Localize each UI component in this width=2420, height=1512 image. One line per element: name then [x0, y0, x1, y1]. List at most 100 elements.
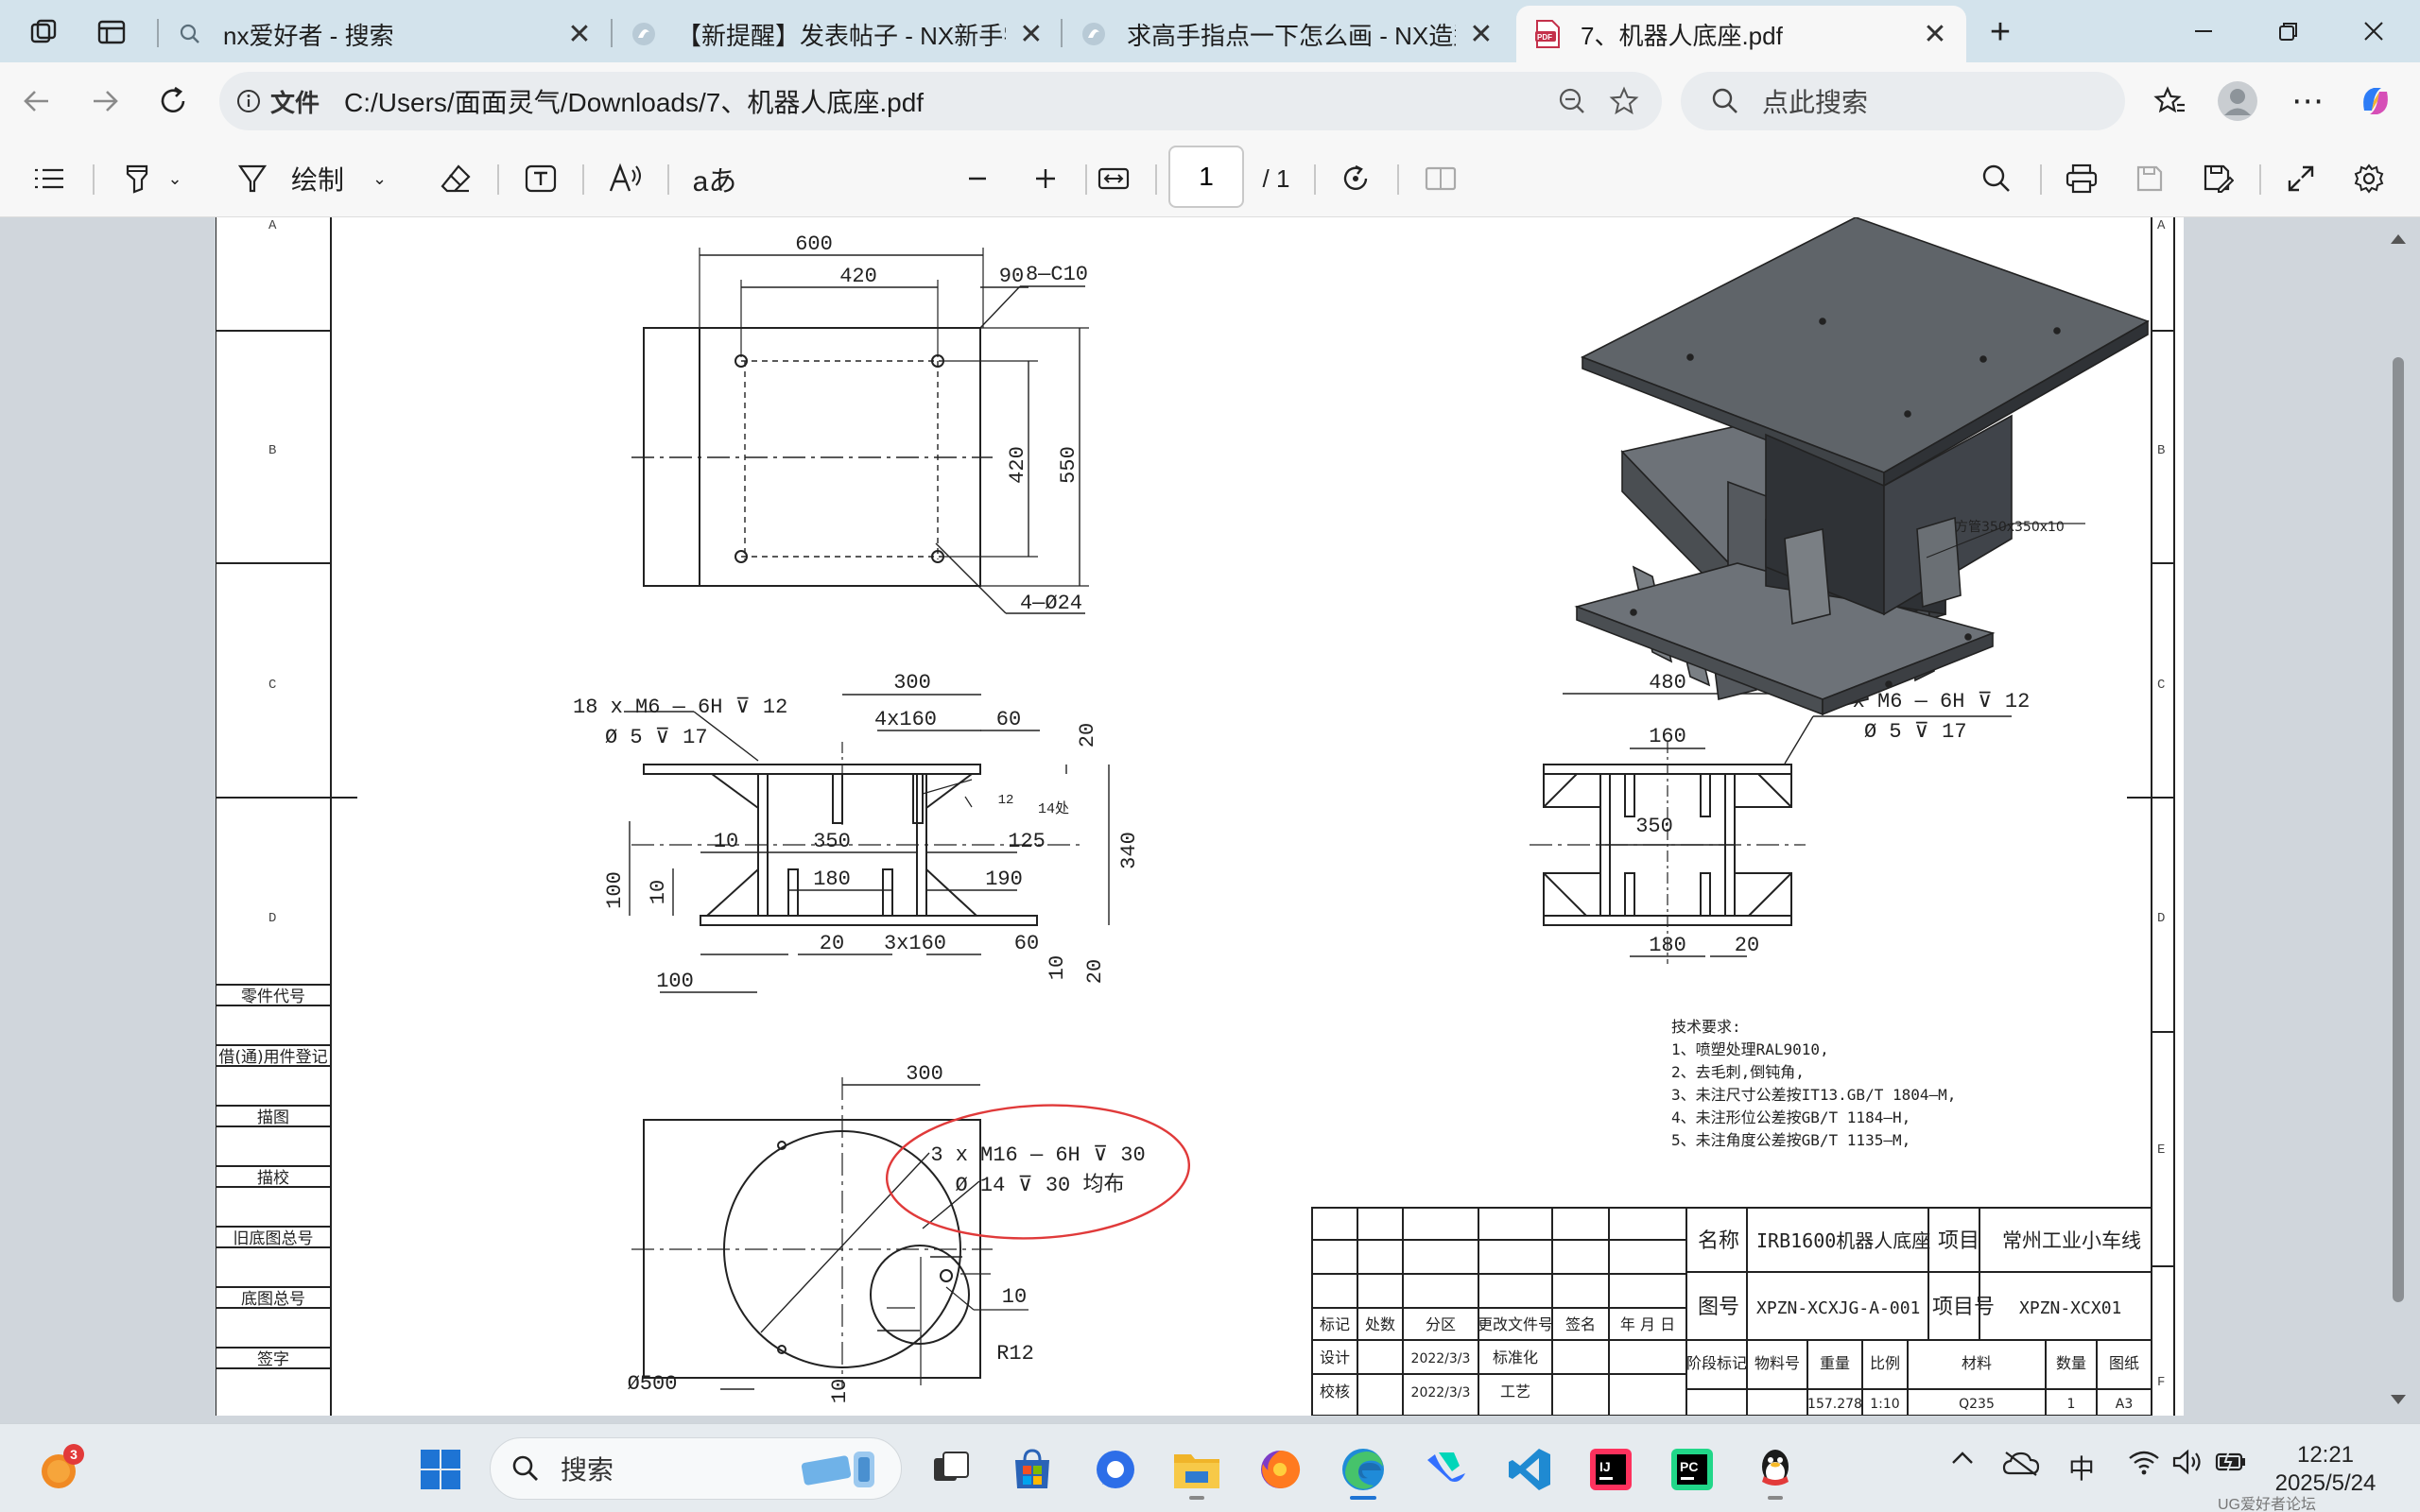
eraser-icon[interactable] — [435, 159, 476, 198]
tab-actions-icon[interactable] — [93, 13, 130, 51]
fullscreen-icon[interactable] — [2280, 159, 2322, 198]
highlighter-icon — [127, 164, 148, 194]
favorite-star-icon[interactable] — [1609, 86, 1639, 121]
vscode-icon[interactable] — [1501, 1441, 1558, 1498]
close-tab-icon[interactable]: ✕ — [1921, 19, 1949, 50]
zone-letter: A — [2157, 218, 2166, 233]
toolbar-separator — [582, 164, 584, 195]
immersive-reader-button[interactable]: aあ — [688, 159, 741, 198]
microsoft-store-icon[interactable] — [1004, 1441, 1061, 1498]
refresh-icon[interactable] — [149, 77, 197, 125]
favorites-icon[interactable] — [2146, 77, 2193, 125]
contents-icon[interactable] — [28, 159, 70, 198]
scrollbar-thumb[interactable] — [2393, 357, 2404, 1302]
vertical-scrollbar[interactable] — [2384, 217, 2412, 1423]
save-as-icon[interactable] — [2197, 159, 2238, 198]
draw-button[interactable]: 绘制 ⌄ — [236, 159, 397, 198]
taskbar-search-box[interactable]: 搜索 — [490, 1437, 902, 1500]
dim-label: R12 — [996, 1342, 1034, 1366]
pdf-toolbar: ⌄ 绘制 ⌄ aあ / 1 — [0, 140, 2420, 217]
wifi-icon[interactable] — [2125, 1449, 2163, 1475]
onedrive-icon[interactable] — [2000, 1449, 2042, 1477]
tb-drawing-no-label: 图号 — [1698, 1296, 1739, 1319]
fit-width-icon[interactable] — [1093, 159, 1134, 198]
ime-indicator[interactable]: 中 — [2063, 1449, 2100, 1486]
dim-label: 550 — [1057, 446, 1080, 484]
back-icon[interactable] — [13, 77, 60, 125]
toolbar-separator — [2040, 164, 2042, 195]
zone-letter: A — [268, 218, 277, 233]
zone-letter: B — [268, 443, 276, 458]
start-button[interactable] — [412, 1441, 469, 1498]
tb-row-label: 标准化 — [1493, 1349, 1538, 1366]
svg-text:PDF: PDF — [1537, 33, 1552, 42]
read-aloud-icon[interactable] — [605, 159, 647, 198]
site-info-button[interactable]: 文件 — [236, 84, 320, 119]
web-search-field[interactable]: 点此搜索 — [1681, 72, 2125, 130]
close-tab-icon[interactable]: ✕ — [1019, 19, 1044, 50]
save-icon[interactable] — [2129, 159, 2170, 198]
dim-label: 100 — [603, 871, 627, 909]
firefox-icon[interactable] — [1252, 1441, 1308, 1498]
more-options-icon[interactable]: ⋯ — [2284, 77, 2331, 125]
pdf-viewport[interactable]: A B C D A B C D E F 零件代号 借(通)用件登记 描图 描校 … — [0, 217, 2420, 1423]
workspaces-icon[interactable] — [25, 13, 62, 51]
intellij-icon[interactable]: IJ — [1582, 1441, 1639, 1498]
dim-label: 10 — [1046, 955, 1069, 980]
task-view-icon[interactable] — [923, 1441, 979, 1498]
tab-pdf-active[interactable]: PDF 7、机器人底座.pdf ✕ — [1516, 6, 1966, 62]
new-tab-icon[interactable]: + — [1981, 12, 2019, 52]
tech-req-item: 2、去毛刺,倒钝角, — [1671, 1063, 1805, 1081]
dim-label: 10 — [828, 1379, 852, 1403]
copilot-icon[interactable] — [2352, 77, 2399, 125]
search-icon — [176, 20, 204, 48]
battery-icon[interactable] — [2212, 1449, 2250, 1473]
callout-thread: Ø 5 ⊽ 17 — [1864, 720, 1967, 744]
find-icon[interactable] — [1976, 159, 2017, 198]
scroll-down-arrow-icon[interactable] — [2391, 1395, 2406, 1404]
plus-icon — [1036, 169, 1055, 188]
tb-header: 签名 — [1565, 1315, 1596, 1333]
feishu-app-icon[interactable] — [1418, 1441, 1475, 1498]
tb-project-label: 项目 — [1938, 1229, 1979, 1253]
chat-app-icon[interactable] — [1087, 1441, 1144, 1498]
forward-icon[interactable] — [81, 77, 129, 125]
profile-avatar[interactable] — [2214, 77, 2261, 125]
tab-forum-post[interactable]: 【新提醒】发表帖子 - NX新手学堂 ✕ — [613, 6, 1061, 62]
dim-label: 340 — [1117, 832, 1141, 869]
close-window-icon[interactable] — [2331, 0, 2416, 62]
toolbar-separator — [1314, 164, 1316, 195]
close-tab-icon[interactable]: ✕ — [1469, 19, 1494, 50]
minimize-icon[interactable] — [2161, 0, 2246, 62]
url-field[interactable]: 文件 C:/Users/面面灵气/Downloads/7、机器人底座.pdf — [219, 72, 1662, 130]
qq-icon[interactable] — [1747, 1441, 1804, 1500]
pycharm-icon[interactable]: PC — [1664, 1441, 1720, 1498]
print-icon[interactable] — [2061, 159, 2102, 198]
scroll-up-arrow-icon[interactable] — [2391, 234, 2406, 244]
tab-forum-question[interactable]: 求高手指点一下怎么画 - NX造型技 ✕ — [1063, 6, 1511, 62]
text-box-icon[interactable] — [520, 159, 562, 198]
tab-search[interactable]: nx爱好者 - 搜索 ✕ — [159, 6, 611, 62]
page-view-icon[interactable] — [1420, 159, 1461, 198]
file-explorer-icon[interactable] — [1168, 1441, 1225, 1500]
edge-browser-icon[interactable] — [1335, 1441, 1392, 1500]
zone-letter: D — [2157, 911, 2165, 926]
forum-icon — [630, 20, 658, 48]
volume-icon[interactable] — [2169, 1449, 2206, 1475]
tech-req-item: 1、喷塑处理RAL9010, — [1671, 1040, 1829, 1058]
zoom-out-icon[interactable] — [1558, 87, 1586, 120]
close-tab-icon[interactable]: ✕ — [565, 19, 594, 50]
page-total: / 1 — [1262, 163, 1290, 193]
zone-letter: E — [2157, 1143, 2165, 1158]
highlight-button[interactable]: ⌄ — [112, 159, 193, 198]
rotate-icon[interactable] — [1335, 159, 1376, 198]
zoom-out-button[interactable] — [957, 159, 998, 198]
system-clock[interactable]: 12:21 2025/5/24 — [2259, 1441, 2392, 1498]
zoom-in-button[interactable] — [1025, 159, 1066, 198]
weather-widget[interactable]: 3 — [30, 1441, 87, 1498]
page-number-input[interactable] — [1168, 146, 1244, 208]
restore-icon[interactable] — [2246, 0, 2331, 62]
show-hidden-icons[interactable] — [1944, 1449, 1981, 1468]
dim-label: 180 — [813, 868, 851, 891]
settings-gear-icon[interactable] — [2348, 159, 2390, 198]
